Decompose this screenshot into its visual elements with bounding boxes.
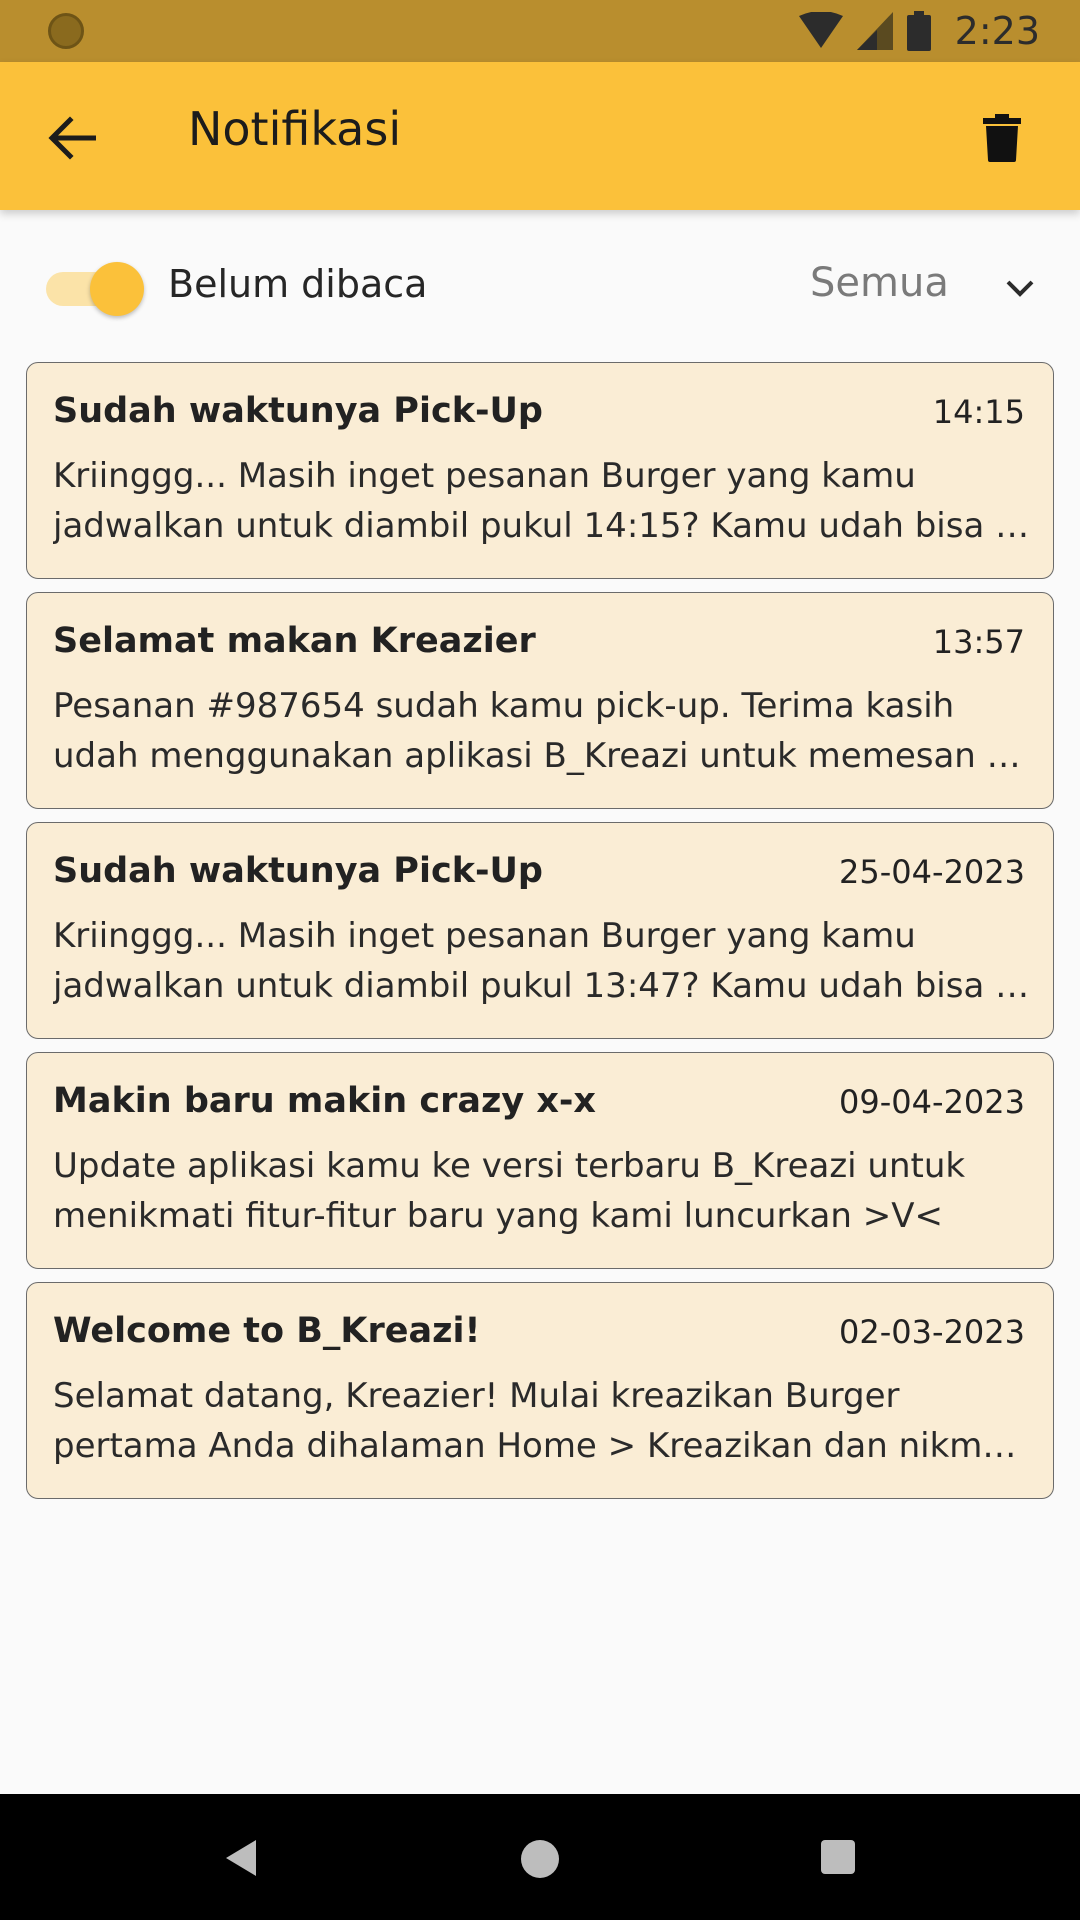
notification-card[interactable]: Welcome to B_Kreazi! 02-03-2023 Selamat … — [26, 1282, 1054, 1499]
notification-card[interactable]: Sudah waktunya Pick-Up 25-04-2023 Kriing… — [26, 822, 1054, 1039]
status-icons: 2:23 — [798, 9, 1040, 53]
wifi-icon — [798, 12, 843, 48]
notification-title: Selamat makan Kreazier — [53, 621, 536, 661]
notification-body: Pesanan #987654 sudah kamu pick-up. Teri… — [53, 686, 1021, 776]
system-nav-bar — [0, 1794, 1080, 1920]
notification-dot-icon — [48, 13, 84, 49]
notification-body: Kriinggg... Masih inget pesanan Burger y… — [53, 916, 1030, 1006]
notification-body: Selamat datang, Kreazier! Mulai kreazika… — [53, 1376, 1017, 1466]
notification-title: Sudah waktunya Pick-Up — [53, 391, 543, 431]
signal-icon — [856, 12, 893, 50]
filter-dropdown[interactable]: Semua — [800, 258, 1050, 318]
notification-card[interactable]: Sudah waktunya Pick-Up 14:15 Kriinggg...… — [26, 362, 1054, 579]
arrow-back-icon — [48, 116, 96, 160]
filter-row: Belum dibaca Semua — [0, 230, 1080, 346]
notification-card[interactable]: Selamat makan Kreazier 13:57 Pesanan #98… — [26, 592, 1054, 809]
page-title: Notifikasi — [188, 102, 402, 156]
notification-title: Sudah waktunya Pick-Up — [53, 851, 543, 891]
notification-time: 09-04-2023 — [839, 1083, 1025, 1121]
back-button[interactable] — [40, 106, 104, 170]
nav-back-icon[interactable] — [222, 1838, 262, 1878]
notification-list: Sudah waktunya Pick-Up 14:15 Kriinggg...… — [26, 362, 1054, 1512]
notification-time: 13:57 — [932, 623, 1025, 661]
app-bar: Notifikasi — [0, 62, 1080, 210]
nav-home-icon[interactable] — [521, 1840, 559, 1878]
notification-card[interactable]: Makin baru makin crazy x-x 09-04-2023 Up… — [26, 1052, 1054, 1269]
delete-all-button[interactable] — [972, 108, 1032, 168]
toggle-thumb — [90, 262, 144, 316]
notification-body: Update aplikasi kamu ke versi terbaru B_… — [53, 1146, 966, 1236]
notification-time: 14:15 — [932, 393, 1025, 431]
notification-title: Welcome to B_Kreazi! — [53, 1311, 481, 1351]
battery-icon — [906, 11, 931, 51]
chevron-down-icon — [1006, 280, 1034, 297]
notification-body: Kriinggg... Masih inget pesanan Burger y… — [53, 456, 1030, 546]
unread-toggle[interactable] — [46, 260, 144, 316]
notification-title: Makin baru makin crazy x-x — [53, 1081, 596, 1121]
unread-toggle-label: Belum dibaca — [168, 262, 428, 306]
status-time: 2:23 — [954, 9, 1040, 53]
status-bar: 2:23 — [0, 0, 1080, 62]
nav-recents-icon[interactable] — [821, 1840, 855, 1874]
trash-icon — [983, 114, 1021, 162]
notification-time: 02-03-2023 — [839, 1313, 1025, 1351]
dropdown-value: Semua — [810, 260, 949, 306]
notification-time: 25-04-2023 — [839, 853, 1025, 891]
